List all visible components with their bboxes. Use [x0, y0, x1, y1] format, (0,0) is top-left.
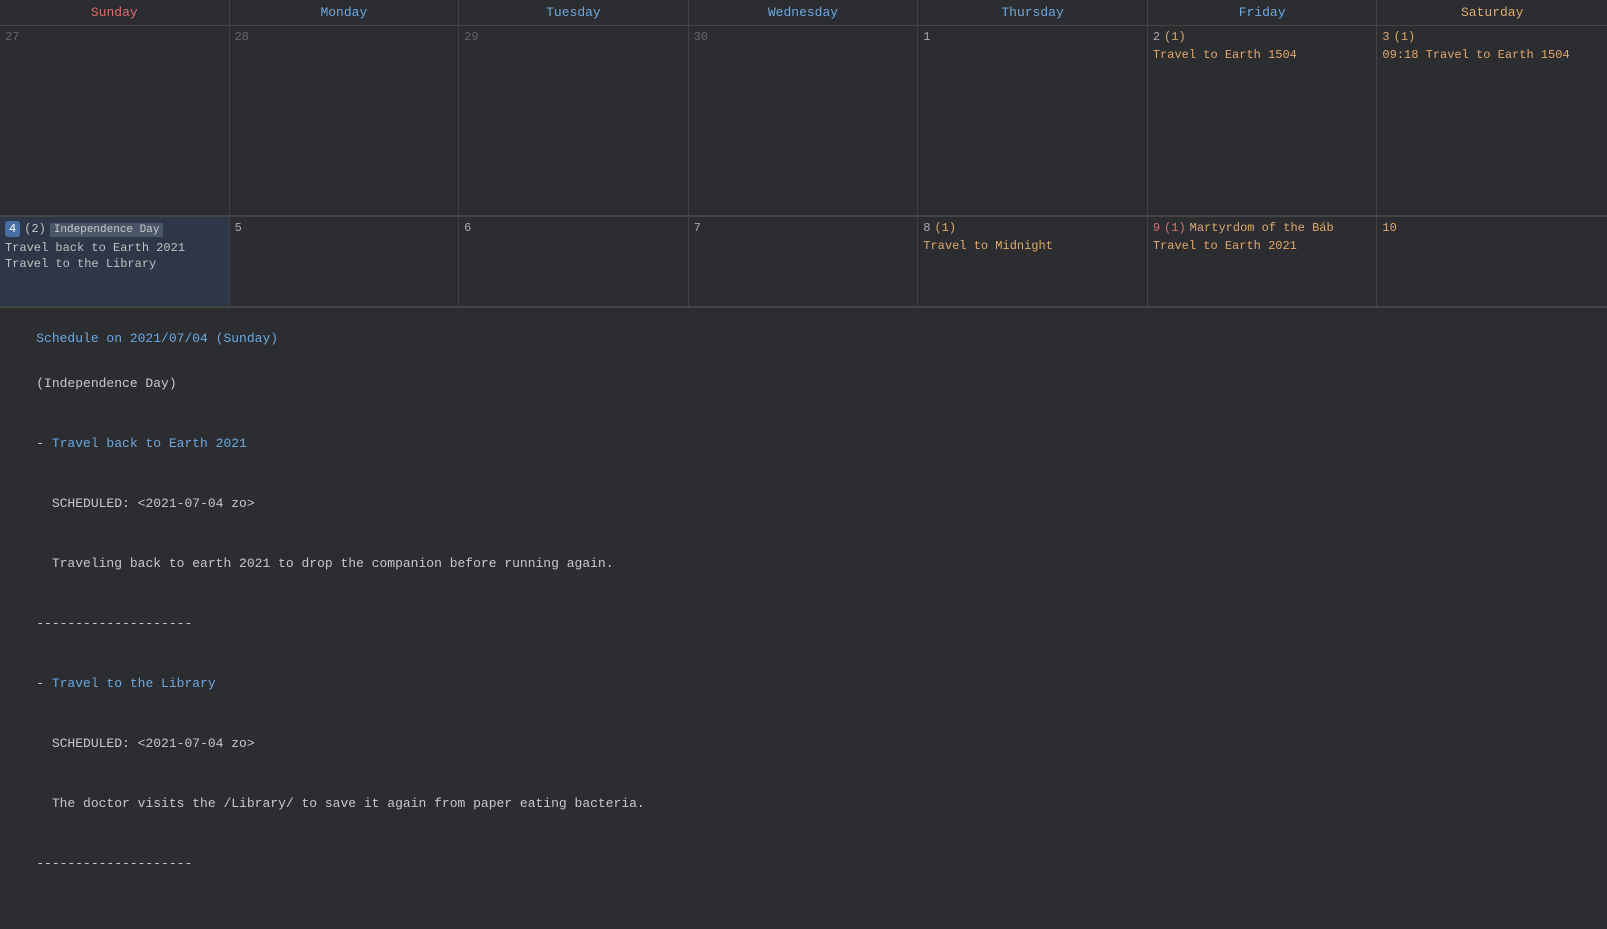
event-1-description: Traveling back to earth 2021 to drop the…	[52, 556, 614, 571]
calendar-container: Sunday Monday Tuesday Wednesday Thursday…	[0, 0, 1607, 894]
event-1-scheduled-label	[36, 496, 52, 511]
day-number-30: 30	[694, 30, 913, 44]
cell-2-event-1[interactable]: Travel to Earth 1504	[1153, 48, 1372, 62]
day-number-29: 29	[464, 30, 683, 44]
cell-4-holiday: Independence Day	[50, 223, 164, 237]
event-2-title: Travel to the Library	[52, 676, 216, 691]
header-saturday: Saturday	[1377, 0, 1607, 25]
schedule-section: Schedule on 2021/07/04 (Sunday) (Indepen…	[0, 308, 1607, 894]
header-monday: Monday	[230, 0, 460, 25]
day-number-5: 5	[235, 221, 454, 235]
header-friday: Friday	[1148, 0, 1378, 25]
cell-4-count: (2)	[24, 222, 46, 236]
separator-pre-1: -	[36, 436, 52, 451]
day-number-10: 10	[1382, 221, 1602, 235]
cell-4-event-2[interactable]: Travel to the Library	[5, 257, 224, 271]
cell-9-holiday: Martyrdom of the Báb	[1190, 221, 1334, 235]
cell-2-count: (1)	[1164, 30, 1186, 44]
cell-8-event-1[interactable]: Travel to Midnight	[923, 239, 1142, 253]
separator-pre-2: -	[36, 676, 52, 691]
cell-8-header: 8 (1)	[923, 221, 1142, 237]
day-number-9: 9	[1153, 221, 1160, 235]
cell-28[interactable]: 28	[230, 26, 460, 216]
cell-3-event-1[interactable]: 09:18 Travel to Earth 1504	[1382, 48, 1602, 62]
event-2-scheduled-label	[36, 736, 52, 751]
header-tuesday: Tuesday	[459, 0, 689, 25]
event-1-desc-indent	[36, 556, 52, 571]
cell-1[interactable]: 1	[918, 26, 1148, 216]
event-2-desc-indent	[36, 796, 52, 811]
calendar-header: Sunday Monday Tuesday Wednesday Thursday…	[0, 0, 1607, 26]
cell-3-count: (1)	[1394, 30, 1416, 44]
cell-8[interactable]: 8 (1) Travel to Midnight	[918, 217, 1148, 307]
day-number-7: 7	[694, 221, 913, 235]
cell-8-count: (1)	[934, 221, 956, 235]
event-2-description: The doctor visits the /Library/ to save …	[52, 796, 645, 811]
calendar-row-1: 27 28 29 30 1 2 (1) Travel to Earth 1504	[0, 26, 1607, 217]
cell-29[interactable]: 29	[459, 26, 689, 216]
cell-30[interactable]: 30	[689, 26, 919, 216]
cell-9[interactable]: 9 (1) Martyrdom of the Báb Travel to Ear…	[1148, 217, 1378, 307]
cell-27[interactable]: 27	[0, 26, 230, 216]
event-1-scheduled: SCHEDULED: <2021-07-04 zo>	[52, 496, 255, 511]
event-2-scheduled: SCHEDULED: <2021-07-04 zo>	[52, 736, 255, 751]
cell-2[interactable]: 2 (1) Travel to Earth 1504	[1148, 26, 1378, 216]
cell-9-count: (1)	[1164, 221, 1186, 235]
day-number-2: 2	[1153, 30, 1160, 44]
cell-6[interactable]: 6	[459, 217, 689, 307]
event-1-title: Travel back to Earth 2021	[52, 436, 247, 451]
header-thursday: Thursday	[918, 0, 1148, 25]
header-sunday: Sunday	[0, 0, 230, 25]
cell-2-header: 2 (1)	[1153, 30, 1372, 46]
cell-7[interactable]: 7	[689, 217, 919, 307]
day-number-6: 6	[464, 221, 683, 235]
day-number-3: 3	[1382, 30, 1389, 44]
cell-5[interactable]: 5	[230, 217, 460, 307]
cell-4-event-1[interactable]: Travel back to Earth 2021	[5, 241, 224, 255]
separator-1: --------------------	[36, 616, 192, 631]
day-number-28: 28	[235, 30, 454, 44]
schedule-title: Schedule on 2021/07/04 (Sunday)	[36, 331, 278, 346]
day-number-1: 1	[923, 30, 1142, 44]
day-number-27: 27	[5, 30, 224, 44]
day-number-4: 4	[5, 221, 20, 237]
cell-4[interactable]: 4 (2) Independence Day Travel back to Ea…	[0, 217, 230, 307]
separator-2: --------------------	[36, 856, 192, 871]
cell-9-event-1[interactable]: Travel to Earth 2021	[1153, 239, 1372, 253]
cell-3-header: 3 (1)	[1382, 30, 1602, 46]
cell-3[interactable]: 3 (1) 09:18 Travel to Earth 1504	[1377, 26, 1607, 216]
schedule-holiday: (Independence Day)	[36, 376, 176, 391]
calendar-row-2: 4 (2) Independence Day Travel back to Ea…	[0, 217, 1607, 308]
header-wednesday: Wednesday	[689, 0, 919, 25]
cell-9-header: 9 (1) Martyrdom of the Báb	[1153, 221, 1372, 237]
day-number-8: 8	[923, 221, 930, 235]
cell-10[interactable]: 10	[1377, 217, 1607, 307]
cell-4-header: 4 (2) Independence Day	[5, 221, 224, 239]
